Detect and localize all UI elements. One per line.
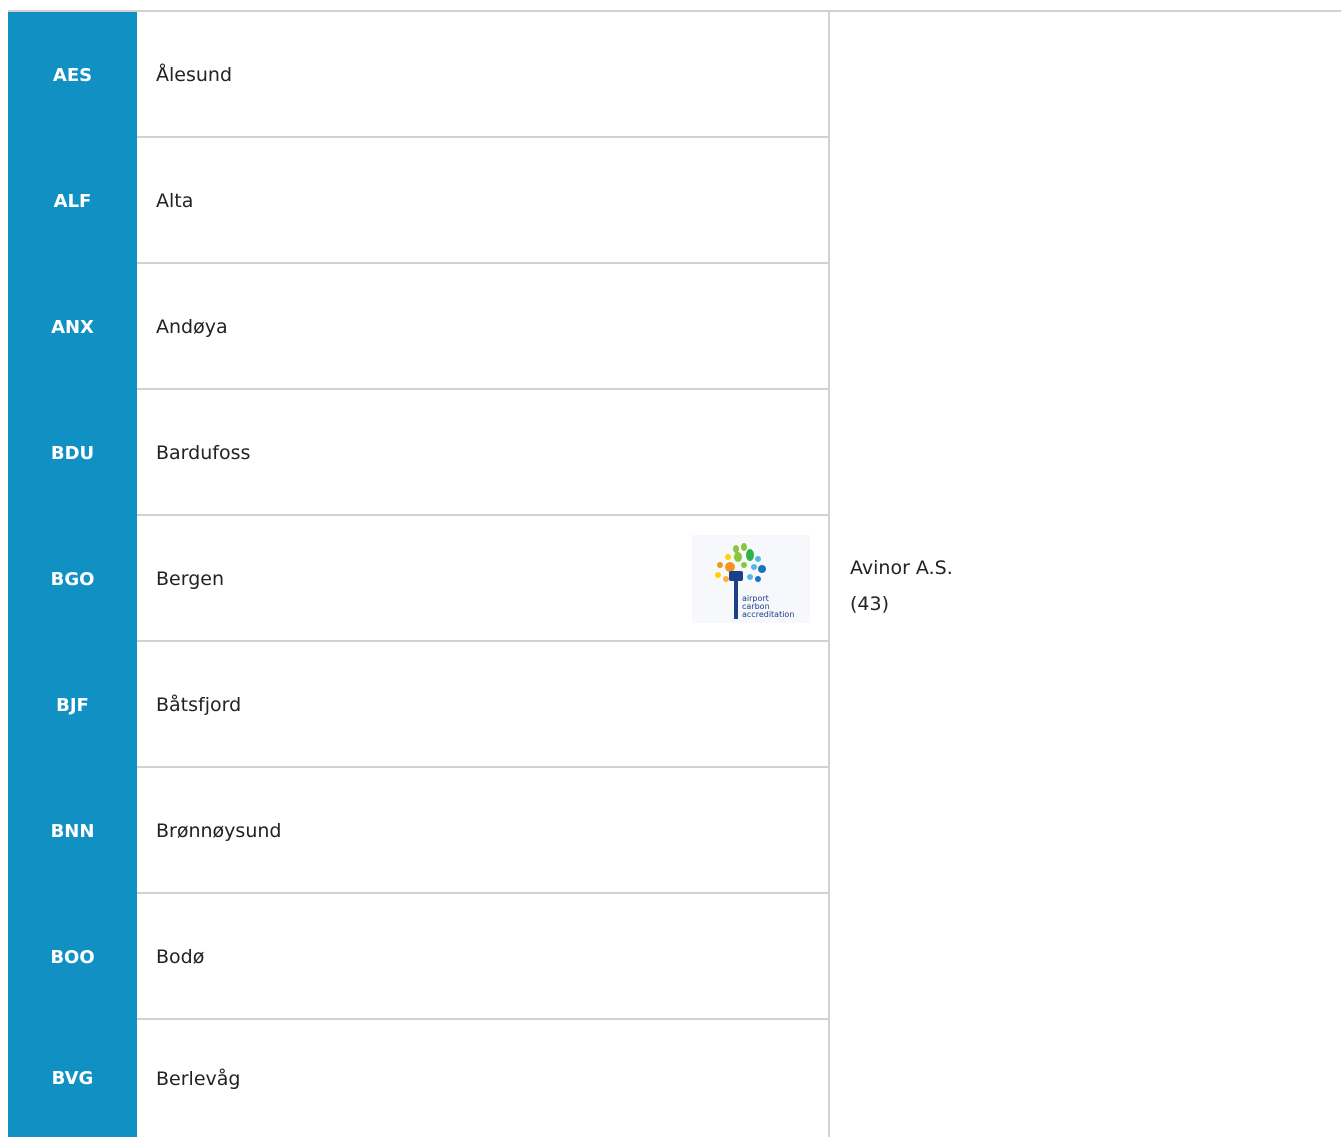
airport-code: BDU xyxy=(8,390,137,516)
airport-list-page: AES Ålesund ALF Alta ANX Andøya BDU Bard… xyxy=(0,0,1341,1137)
table-row[interactable]: BDU Bardufoss xyxy=(8,390,830,516)
airport-code: BVG xyxy=(8,1020,137,1137)
airport-code: BJF xyxy=(8,642,137,768)
airport-code: BGO xyxy=(8,516,137,642)
column-divider xyxy=(828,12,830,1137)
airport-name[interactable]: Andøya xyxy=(156,264,228,390)
table-row[interactable]: BNN Brønnøysund xyxy=(8,768,830,894)
operator-info: Avinor A.S. (43) xyxy=(850,550,953,622)
operator-count: (43) xyxy=(850,593,890,615)
airport-code: BNN xyxy=(8,768,137,894)
table-row[interactable]: BOO Bodø xyxy=(8,894,830,1020)
airport-name[interactable]: Alta xyxy=(156,138,193,264)
airport-code: AES xyxy=(8,12,137,138)
table-row[interactable]: BVG Berlevåg xyxy=(8,1020,830,1137)
airport-name[interactable]: Bardufoss xyxy=(156,390,250,516)
airport-name[interactable]: Brønnøysund xyxy=(156,768,281,894)
airport-name[interactable]: Berlevåg xyxy=(156,1020,240,1137)
operator-name[interactable]: Avinor A.S. xyxy=(850,550,953,586)
svg-text:accreditation: accreditation xyxy=(742,610,794,619)
table-row[interactable]: BJF Båtsfjord xyxy=(8,642,830,768)
airport-name[interactable]: Ålesund xyxy=(156,12,232,138)
table-row[interactable]: AES Ålesund xyxy=(8,12,830,138)
airport-code: BOO xyxy=(8,894,137,1020)
table-row[interactable]: ALF Alta xyxy=(8,138,830,264)
table-row[interactable]: ANX Andøya xyxy=(8,264,830,390)
airport-name[interactable]: Bodø xyxy=(156,894,204,1020)
airport-name[interactable]: Båtsfjord xyxy=(156,642,241,768)
airport-carbon-accreditation-logo-icon: airport carbon accreditation xyxy=(715,543,794,619)
airport-code: ANX xyxy=(8,264,137,390)
airport-carbon-accreditation-badge: airport carbon accreditation xyxy=(692,535,810,623)
airport-name[interactable]: Bergen xyxy=(156,516,224,642)
airport-code: ALF xyxy=(8,138,137,264)
